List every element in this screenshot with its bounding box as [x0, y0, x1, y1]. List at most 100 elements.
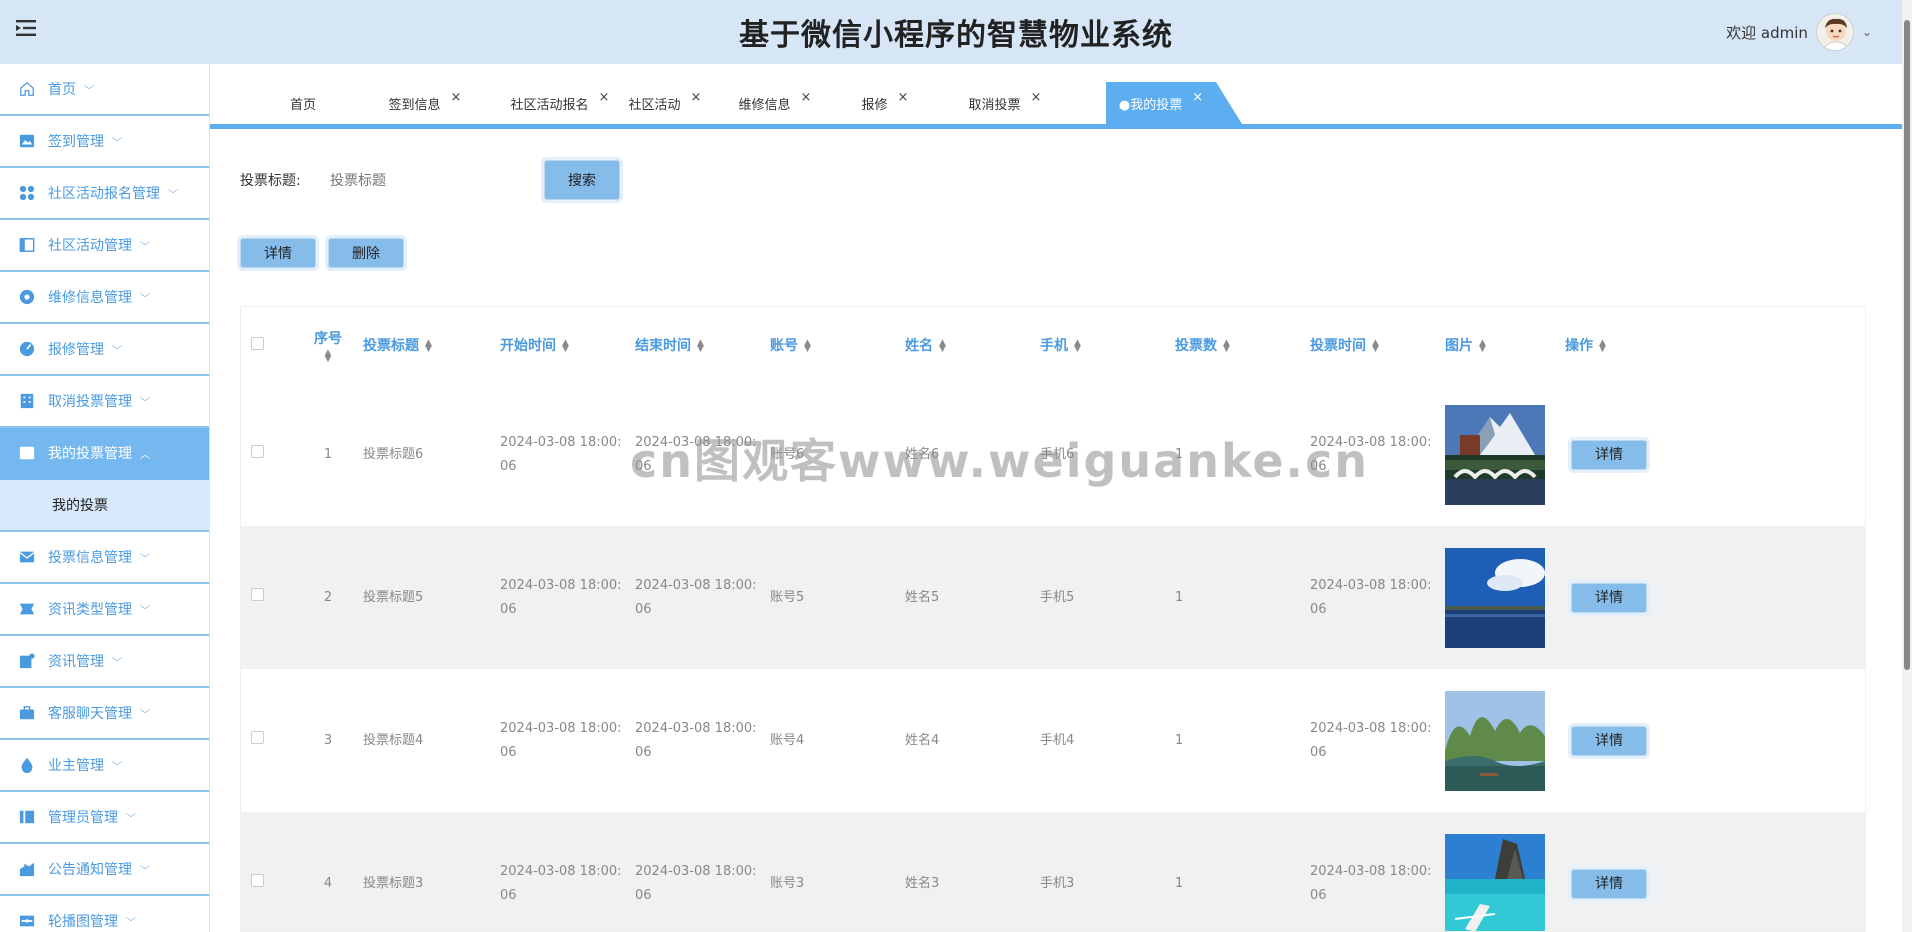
- column-header[interactable]: 开始时间 ▲ ▼: [500, 307, 635, 383]
- cell-title: 投票标题3: [363, 812, 500, 931]
- close-icon[interactable]: ×: [451, 90, 462, 105]
- close-icon[interactable]: ×: [1031, 90, 1042, 105]
- tab-6[interactable]: 取消投票 ×: [935, 82, 1075, 124]
- delete-button[interactable]: 删除: [328, 238, 404, 268]
- close-icon[interactable]: ×: [898, 90, 909, 105]
- sidebar-item-8[interactable]: 投票信息管理 ﹀: [0, 532, 209, 584]
- row-checkbox[interactable]: [251, 730, 264, 744]
- column-header[interactable]: 图片 ▲ ▼: [1445, 307, 1565, 383]
- column-header[interactable]: 姓名 ▲ ▼: [905, 307, 1040, 383]
- briefcase-icon: [18, 704, 36, 722]
- select-all-checkbox[interactable]: [251, 336, 264, 350]
- close-icon[interactable]: ×: [1192, 90, 1203, 105]
- sidebar-item-1[interactable]: 签到管理 ﹀: [0, 116, 209, 168]
- sidebar-item-12[interactable]: 业主管理 ﹀: [0, 740, 209, 792]
- panel-icon: [18, 236, 36, 254]
- sidebar-item-label: 取消投票管理: [48, 394, 132, 410]
- cell-operation: 详情: [1565, 812, 1865, 931]
- sidebar-item-6[interactable]: 取消投票管理 ﹀: [0, 376, 209, 428]
- column-header[interactable]: 账号 ▲ ▼: [770, 307, 905, 383]
- close-icon[interactable]: ×: [691, 90, 702, 105]
- sidebar-item-3[interactable]: 社区活动管理 ﹀: [0, 220, 209, 272]
- sort-icon[interactable]: ▲ ▼: [562, 339, 569, 354]
- sidebar-item-7[interactable]: 我的投票管理 ︿: [0, 428, 209, 480]
- tab-active-tail: [1216, 82, 1242, 124]
- column-header[interactable]: 投票数 ▲ ▼: [1175, 307, 1310, 383]
- sidebar-item-9[interactable]: 资讯类型管理 ﹀: [0, 584, 209, 636]
- column-header[interactable]: 投票标题 ▲ ▼: [363, 307, 500, 383]
- tab-5[interactable]: 报修 ×: [825, 82, 945, 124]
- row-checkbox[interactable]: [251, 873, 264, 887]
- sort-icon[interactable]: ▲ ▼: [1074, 339, 1081, 354]
- sidebar-item-label: 管理员管理: [48, 810, 118, 826]
- sidebar-item-4[interactable]: 维修信息管理 ﹀: [0, 272, 209, 324]
- sidebar-subitem-my-votes[interactable]: 我的投票: [0, 480, 209, 532]
- mountain-bridge-photo[interactable]: [1445, 404, 1565, 505]
- cell-start: 2024-03-08 18:00:06: [500, 812, 635, 931]
- column-header[interactable]: 操作 ▲ ▼: [1565, 307, 1865, 383]
- sort-icon[interactable]: ▲ ▼: [697, 339, 704, 354]
- tab-0[interactable]: 首页: [258, 82, 348, 124]
- tab-1[interactable]: 签到信息 ×: [365, 82, 485, 124]
- column-header[interactable]: 手机 ▲ ▼: [1040, 307, 1175, 383]
- sidebar-item-5[interactable]: 报修管理 ﹀: [0, 324, 209, 376]
- chevron-down-icon: ﹀: [112, 137, 122, 149]
- row-detail-button[interactable]: 详情: [1571, 582, 1647, 613]
- column-header[interactable]: 结束时间 ▲ ▼: [635, 307, 770, 383]
- column-header[interactable]: 投票时间 ▲ ▼: [1310, 307, 1445, 383]
- sidebar-item-13[interactable]: 管理员管理 ﹀: [0, 792, 209, 844]
- row-checkbox[interactable]: [251, 444, 264, 458]
- sort-icon[interactable]: ▲ ▼: [1479, 339, 1486, 354]
- tab-label: 取消投票: [968, 97, 1021, 113]
- cell-votes: 1: [1175, 732, 1184, 748]
- sort-icon[interactable]: ▲ ▼: [1372, 339, 1379, 354]
- close-icon[interactable]: ×: [801, 90, 812, 105]
- vertical-scrollbar[interactable]: [1902, 0, 1912, 932]
- action-buttons: 详情 删除: [240, 238, 404, 268]
- sidebar-item-label: 签到管理: [48, 134, 104, 150]
- tab-3[interactable]: 社区活动 ×: [605, 82, 725, 124]
- search-button[interactable]: 搜索: [544, 160, 620, 200]
- slider-icon: [18, 912, 36, 930]
- sidebar-item-0[interactable]: 首页 ﹀: [0, 64, 209, 116]
- sort-icon[interactable]: ▲ ▼: [293, 349, 363, 364]
- chevron-down-icon: ﹀: [126, 917, 136, 929]
- chevron-down-icon[interactable]: ⌄: [1862, 25, 1872, 39]
- row-checkbox[interactable]: [251, 587, 264, 601]
- row-detail-button[interactable]: 详情: [1571, 725, 1647, 756]
- user-menu[interactable]: 欢迎 admin ⌄: [1726, 10, 1872, 54]
- lake-sky-photo[interactable]: [1445, 547, 1565, 648]
- chevron-up-icon: ︿: [140, 449, 150, 461]
- sidebar-item-15[interactable]: 轮播图管理 ﹀: [0, 896, 209, 932]
- row-detail-button[interactable]: 详情: [1571, 868, 1647, 899]
- row-detail-button[interactable]: 详情: [1571, 439, 1647, 470]
- search-input[interactable]: [330, 162, 540, 198]
- column-header[interactable]: 序号 ▲ ▼: [293, 307, 363, 383]
- tab-4[interactable]: 维修信息 ×: [715, 82, 835, 124]
- app-title: 基于微信小程序的智慧物业系统: [739, 18, 1173, 53]
- detail-button[interactable]: 详情: [240, 238, 316, 268]
- table-row[interactable]: 2 投票标题5 2024-03-08 18:00:06 2024-03-08 18:0…: [241, 526, 1865, 669]
- sort-icon[interactable]: ▲ ▼: [425, 339, 432, 354]
- table-row[interactable]: 4 投票标题3 2024-03-08 18:00:06 2024-03-08 18:0…: [241, 812, 1865, 931]
- sidebar-item-2[interactable]: 社区活动报名管理 ﹀: [0, 168, 209, 220]
- sea-boat-photo[interactable]: [1445, 833, 1565, 931]
- sort-icon[interactable]: ▲ ▼: [804, 339, 811, 354]
- tab-label: 维修信息: [738, 97, 791, 113]
- sort-icon[interactable]: ▲ ▼: [1599, 339, 1606, 354]
- table-row[interactable]: 3 投票标题4 2024-03-08 18:00:06 2024-03-08 18:0…: [241, 669, 1865, 812]
- tab-bar-underline: [210, 124, 1902, 129]
- tab-7[interactable]: ●我的投票 ×: [1106, 82, 1216, 124]
- row-select-cell: [241, 669, 293, 812]
- avatar[interactable]: [1815, 13, 1854, 51]
- sort-icon[interactable]: ▲ ▼: [1223, 339, 1230, 354]
- sidebar-item-label: 投票信息管理: [48, 550, 132, 566]
- karst-river-photo[interactable]: [1445, 690, 1565, 791]
- sidebar-item-11[interactable]: 客服聊天管理 ﹀: [0, 688, 209, 740]
- chevron-down-icon: ﹀: [112, 345, 122, 357]
- sort-icon[interactable]: ▲ ▼: [939, 339, 946, 354]
- column-header-label: 投票标题: [363, 338, 419, 354]
- sidebar-item-10[interactable]: 资讯管理 ﹀: [0, 636, 209, 688]
- sidebar-item-14[interactable]: 公告通知管理 ﹀: [0, 844, 209, 896]
- scrollbar-thumb[interactable]: [1904, 20, 1910, 670]
